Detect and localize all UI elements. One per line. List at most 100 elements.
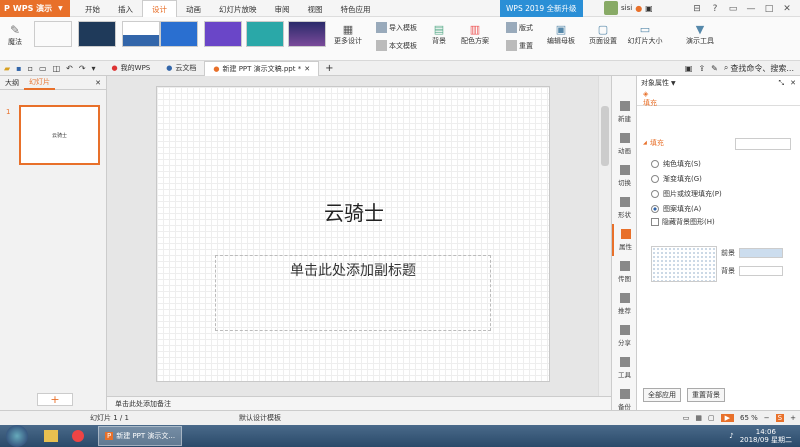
layout-button[interactable]: 版式 bbox=[506, 21, 533, 34]
undo-icon[interactable]: ↶ bbox=[66, 64, 73, 73]
tab-slides[interactable]: 幻灯片 bbox=[24, 76, 55, 90]
radio-button[interactable] bbox=[651, 189, 659, 198]
comment-icon[interactable]: ✎ bbox=[711, 64, 718, 73]
doc-tab-0[interactable]: ● 我的WPS bbox=[104, 61, 159, 76]
volume-icon[interactable]: ♪ bbox=[729, 432, 733, 440]
normal-view-icon[interactable]: ▭ bbox=[683, 414, 690, 422]
subtitle-placeholder[interactable]: 单击此处添加副标题 bbox=[215, 255, 491, 331]
restore-icon[interactable]: ▭ bbox=[724, 0, 742, 17]
message-icon[interactable]: ● bbox=[635, 4, 642, 13]
background-color-picker[interactable] bbox=[739, 266, 783, 276]
redo-icon[interactable]: ↷ bbox=[79, 64, 86, 73]
radio-button[interactable] bbox=[651, 204, 659, 213]
theme-thumb-1[interactable] bbox=[34, 21, 72, 47]
import-template-button[interactable]: 导入模板 bbox=[376, 21, 417, 34]
tab-4[interactable]: 幻灯片放映 bbox=[210, 1, 266, 18]
fill-option-1[interactable]: 渐变填充(G) bbox=[651, 171, 722, 186]
slide-title[interactable]: 云骑士 bbox=[157, 197, 551, 226]
fill-option-2[interactable]: 图片或纹理填充(P) bbox=[651, 186, 722, 201]
save-icon[interactable]: ▪ bbox=[16, 64, 21, 73]
more-design-button[interactable]: ▦ 更多设计 bbox=[332, 23, 364, 46]
explorer-icon[interactable] bbox=[44, 430, 58, 442]
slide-size-button[interactable]: ▭ 幻灯片大小 bbox=[622, 23, 668, 46]
app-menu-button[interactable]: P WPS 演示 ▼ bbox=[0, 0, 70, 17]
avatar[interactable] bbox=[604, 1, 618, 15]
radio-button[interactable] bbox=[651, 159, 659, 168]
user-area[interactable]: sisi ● ▣ bbox=[604, 1, 653, 15]
reset-bg-button[interactable]: 重置背景 bbox=[687, 388, 725, 402]
color-scheme-button[interactable]: ▥ 配色方案 bbox=[456, 23, 494, 46]
ribbon-collapse-icon[interactable]: ⊟ bbox=[688, 0, 706, 17]
reading-view-icon[interactable]: ▢ bbox=[708, 414, 715, 422]
maximize-icon[interactable]: □ bbox=[760, 0, 778, 17]
sidebar-item-4[interactable]: 属性 bbox=[612, 224, 637, 256]
help-icon[interactable]: ? bbox=[706, 0, 724, 17]
start-button[interactable] bbox=[6, 425, 28, 447]
chevron-down-icon[interactable]: ▼ bbox=[671, 80, 676, 87]
theme-thumb-2[interactable] bbox=[78, 21, 116, 47]
sidebar-item-5[interactable]: 传图 bbox=[612, 256, 637, 288]
magic-button[interactable]: ✎ 魔法 bbox=[4, 23, 26, 47]
theme-thumb-6[interactable] bbox=[246, 21, 284, 47]
theme-thumb-3[interactable] bbox=[122, 21, 160, 47]
play-button[interactable]: ▶ bbox=[720, 414, 734, 422]
pin-icon[interactable]: ▣ bbox=[685, 64, 693, 73]
more-icon[interactable]: ▾ bbox=[92, 64, 96, 73]
upgrade-banner[interactable]: WPS 2019 全新升级 bbox=[500, 0, 583, 17]
sidebar-item-0[interactable]: 新建 bbox=[612, 96, 637, 128]
tab-3[interactable]: 动画 bbox=[177, 1, 210, 18]
slide-canvas[interactable]: 云骑士 单击此处添加副标题 bbox=[156, 86, 550, 382]
preview-icon[interactable]: ◫ bbox=[53, 64, 61, 73]
this-template-button[interactable]: 本文模板 bbox=[376, 39, 417, 52]
pattern-grid[interactable] bbox=[651, 246, 717, 282]
fill-option-3[interactable]: 图案填充(A) bbox=[651, 201, 722, 216]
expand-icon[interactable]: ⤡ bbox=[779, 79, 785, 88]
theme-thumb-4[interactable] bbox=[160, 21, 198, 47]
edit-master-button[interactable]: ▣ 编辑母板 bbox=[544, 23, 578, 46]
tab-6[interactable]: 视图 bbox=[299, 1, 332, 18]
close-icon[interactable]: ✕ bbox=[778, 0, 796, 17]
slide-thumbnail[interactable]: 云骑士 bbox=[19, 105, 100, 165]
tab-5[interactable]: 审阅 bbox=[266, 1, 299, 18]
background-button[interactable]: ▤ 背景 bbox=[428, 23, 450, 46]
scrollbar-thumb[interactable] bbox=[601, 106, 609, 166]
taskbar-window-wps[interactable]: P 新建 PPT 演示文... bbox=[98, 426, 183, 446]
checkbox-box[interactable] bbox=[651, 218, 659, 226]
minimize-icon[interactable]: — bbox=[742, 0, 760, 17]
reset-button[interactable]: 重置 bbox=[506, 39, 533, 52]
clock[interactable]: 14:06 2018/09 星期二 bbox=[740, 428, 792, 444]
add-slide-button[interactable]: + bbox=[37, 393, 73, 406]
doc-tab-1[interactable]: ● 云文档 bbox=[158, 61, 204, 76]
export-icon[interactable]: ▫ bbox=[28, 64, 33, 73]
sidebar-item-6[interactable]: 推荐 bbox=[612, 288, 637, 320]
add-tab-icon[interactable]: + bbox=[325, 63, 333, 74]
print-icon[interactable]: ▭ bbox=[39, 64, 47, 73]
sidebar-item-1[interactable]: 动画 bbox=[612, 128, 637, 160]
share-icon[interactable]: ⇪ bbox=[698, 64, 705, 73]
sidebar-item-2[interactable]: 切换 bbox=[612, 160, 637, 192]
tab-1[interactable]: 插入 bbox=[109, 1, 142, 18]
vertical-scrollbar[interactable] bbox=[598, 76, 611, 396]
tab-fill[interactable]: ◈ 填充 bbox=[637, 90, 800, 107]
fill-dropdown[interactable] bbox=[735, 138, 791, 150]
sorter-view-icon[interactable]: ▦ bbox=[695, 414, 702, 422]
close-pane-icon[interactable]: ✕ bbox=[95, 79, 101, 87]
doc-tab-2[interactable]: ● 新建 PPT 演示文稿.ppt * ✕ bbox=[204, 60, 320, 76]
skin-icon[interactable]: ▣ bbox=[645, 4, 653, 13]
search-input[interactable]: ⌕ 查找命令、搜索... bbox=[724, 63, 794, 74]
tab-outline[interactable]: 大纲 bbox=[0, 78, 24, 88]
sidebar-item-7[interactable]: 分享 bbox=[612, 320, 637, 352]
fill-section-header[interactable]: ◢ 填充 bbox=[643, 138, 664, 148]
apply-all-button[interactable]: 全部应用 bbox=[643, 388, 681, 402]
zoom-in-icon[interactable]: + bbox=[790, 414, 796, 422]
foreground-color-picker[interactable] bbox=[739, 248, 783, 258]
tab-7[interactable]: 特色应用 bbox=[332, 1, 380, 18]
hide-bg-checkbox[interactable]: 隐藏背景图形(H) bbox=[651, 217, 715, 227]
close-icon[interactable]: ✕ bbox=[790, 79, 796, 87]
page-setup-button[interactable]: ▢ 页面设置 bbox=[586, 23, 620, 46]
presenter-tools-button[interactable]: ▼ 演示工具 bbox=[680, 23, 720, 46]
tab-0[interactable]: 开始 bbox=[76, 1, 109, 18]
open-icon[interactable]: ▰ bbox=[4, 64, 10, 73]
theme-thumb-7[interactable] bbox=[288, 21, 326, 47]
media-icon[interactable] bbox=[72, 430, 84, 442]
